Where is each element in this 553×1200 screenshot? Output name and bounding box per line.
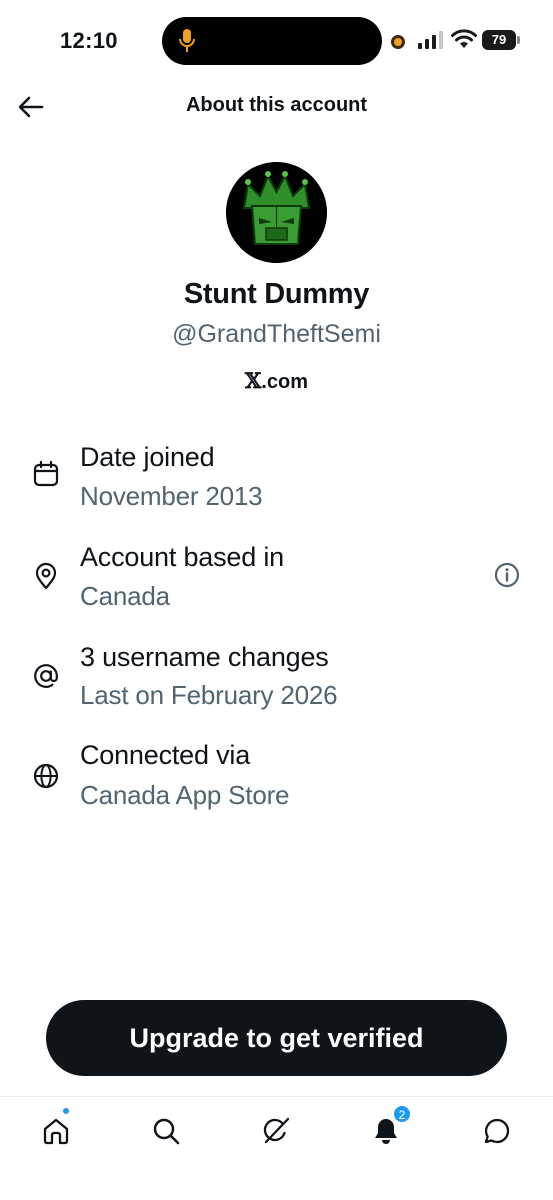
- home-unread-dot: [62, 1107, 70, 1115]
- account-based-label: Account based in: [80, 542, 284, 572]
- info-row-username-changes: 3 username changes Last on February 2026: [0, 638, 553, 718]
- date-joined-value: November 2013: [80, 481, 263, 511]
- username-changes-value: Last on February 2026: [80, 680, 338, 710]
- info-row-date-joined: Date joined November 2013: [0, 438, 553, 518]
- recording-indicator-icon: [391, 35, 405, 49]
- source-domain: .com: [261, 371, 308, 393]
- search-icon: [153, 1118, 180, 1145]
- status-bar: 12:10 79: [0, 0, 553, 82]
- at-sign-icon: [34, 664, 58, 688]
- info-row-connected-via: Connected via Canada App Store: [0, 738, 553, 818]
- calendar-icon: [33, 460, 59, 487]
- username-changes-label: 3 username changes: [80, 642, 329, 672]
- bottom-tab-bar: 2: [0, 1096, 553, 1200]
- account-based-value: Canada: [80, 581, 170, 611]
- globe-icon: [33, 763, 59, 789]
- wifi-icon: [451, 29, 477, 48]
- username-handle[interactable]: @GrandTheftSemi: [0, 320, 553, 349]
- connected-via-value: Canada App Store: [80, 780, 290, 810]
- display-name: Stunt Dummy: [183, 278, 370, 310]
- messages-icon: [484, 1118, 510, 1144]
- avatar[interactable]: [226, 162, 327, 263]
- battery-indicator: 79: [482, 30, 516, 50]
- connected-via-label: Connected via: [80, 740, 251, 770]
- page-title: About this account: [185, 94, 368, 116]
- battery-tip: [517, 36, 520, 44]
- tab-search[interactable]: [146, 1111, 186, 1151]
- tab-home[interactable]: [36, 1111, 76, 1151]
- tab-messages[interactable]: [477, 1111, 517, 1151]
- cellular-signal-icon: [418, 31, 443, 49]
- grok-icon: [263, 1117, 290, 1144]
- source-link[interactable]: 𝕏.com: [0, 368, 553, 394]
- top-nav-bar: About this account: [0, 82, 553, 132]
- status-time: 12:10: [60, 28, 118, 53]
- dynamic-island: [162, 17, 382, 65]
- location-pin-icon: [35, 562, 57, 590]
- upgrade-verified-button[interactable]: Upgrade to get verified: [46, 1000, 507, 1076]
- info-row-account-location: Account based in Canada: [0, 538, 553, 618]
- crowned-mask-avatar-image: [226, 162, 327, 263]
- tab-grok[interactable]: [256, 1111, 296, 1151]
- x-logo-icon: 𝕏: [245, 368, 262, 393]
- about-account-screen: 12:10 79 About this account Stunt Dummy …: [0, 0, 553, 1200]
- date-joined-label: Date joined: [80, 442, 215, 472]
- info-icon[interactable]: [494, 562, 520, 588]
- microphone-icon: [179, 29, 195, 52]
- home-icon: [43, 1118, 69, 1145]
- notifications-badge: 2: [393, 1105, 411, 1123]
